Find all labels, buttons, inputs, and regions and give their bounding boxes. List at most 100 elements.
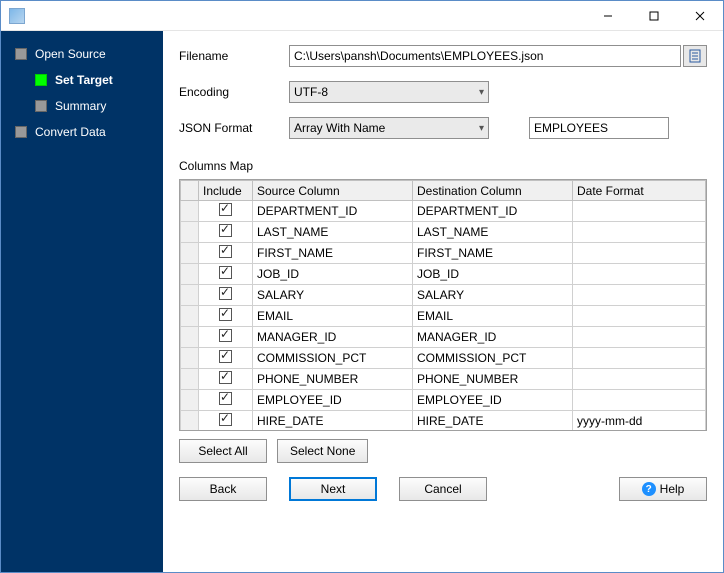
include-cell[interactable] xyxy=(199,369,253,390)
date-format-cell[interactable] xyxy=(573,327,706,348)
include-cell[interactable] xyxy=(199,411,253,432)
date-format-cell[interactable] xyxy=(573,285,706,306)
encoding-select[interactable]: UTF-8 ▾ xyxy=(289,81,489,103)
back-button[interactable]: Back xyxy=(179,477,267,501)
source-cell[interactable]: DEPARTMENT_ID xyxy=(253,201,413,222)
source-cell[interactable]: EMPLOYEE_ID xyxy=(253,390,413,411)
step-convert-data[interactable]: Convert Data xyxy=(1,119,163,145)
destination-cell[interactable]: MANAGER_ID xyxy=(413,327,573,348)
select-none-button[interactable]: Select None xyxy=(277,439,368,463)
destination-cell[interactable]: LAST_NAME xyxy=(413,222,573,243)
json-name-input[interactable] xyxy=(529,117,669,139)
include-checkbox[interactable] xyxy=(219,371,232,384)
close-button[interactable] xyxy=(677,1,723,31)
destination-cell[interactable]: EMAIL xyxy=(413,306,573,327)
minimize-button[interactable] xyxy=(585,1,631,31)
maximize-button[interactable] xyxy=(631,1,677,31)
date-format-cell[interactable] xyxy=(573,390,706,411)
table-row[interactable]: DEPARTMENT_IDDEPARTMENT_ID xyxy=(181,201,706,222)
table-row[interactable]: LAST_NAMELAST_NAME xyxy=(181,222,706,243)
date-format-cell[interactable] xyxy=(573,306,706,327)
date-format-cell[interactable] xyxy=(573,264,706,285)
row-header-cell[interactable] xyxy=(181,285,199,306)
json-format-select[interactable]: Array With Name ▾ xyxy=(289,117,489,139)
source-cell[interactable]: MANAGER_ID xyxy=(253,327,413,348)
destination-cell[interactable]: COMMISSION_PCT xyxy=(413,348,573,369)
destination-cell[interactable]: DEPARTMENT_ID xyxy=(413,201,573,222)
include-cell[interactable] xyxy=(199,264,253,285)
table-row[interactable]: SALARYSALARY xyxy=(181,285,706,306)
date-format-cell[interactable]: yyyy-mm-dd xyxy=(573,411,706,432)
source-cell[interactable]: EMAIL xyxy=(253,306,413,327)
include-checkbox[interactable] xyxy=(219,350,232,363)
date-format-header[interactable]: Date Format xyxy=(573,181,706,201)
browse-button[interactable] xyxy=(683,45,707,67)
row-header-cell[interactable] xyxy=(181,264,199,285)
source-cell[interactable]: JOB_ID xyxy=(253,264,413,285)
next-button[interactable]: Next xyxy=(289,477,377,501)
date-format-cell[interactable] xyxy=(573,201,706,222)
wizard-steps-sidebar: Open Source Set Target Summary Convert D… xyxy=(1,31,163,572)
table-row[interactable]: EMAILEMAIL xyxy=(181,306,706,327)
include-cell[interactable] xyxy=(199,327,253,348)
destination-cell[interactable]: JOB_ID xyxy=(413,264,573,285)
include-checkbox[interactable] xyxy=(219,245,232,258)
table-row[interactable]: HIRE_DATEHIRE_DATEyyyy-mm-dd xyxy=(181,411,706,432)
include-checkbox[interactable] xyxy=(219,203,232,216)
date-format-cell[interactable] xyxy=(573,243,706,264)
date-format-cell[interactable] xyxy=(573,222,706,243)
table-row[interactable]: JOB_IDJOB_ID xyxy=(181,264,706,285)
source-cell[interactable]: LAST_NAME xyxy=(253,222,413,243)
step-set-target[interactable]: Set Target xyxy=(1,67,163,93)
destination-column-header[interactable]: Destination Column xyxy=(413,181,573,201)
source-cell[interactable]: SALARY xyxy=(253,285,413,306)
date-format-cell[interactable] xyxy=(573,348,706,369)
row-header-cell[interactable] xyxy=(181,243,199,264)
destination-cell[interactable]: PHONE_NUMBER xyxy=(413,369,573,390)
row-header-cell[interactable] xyxy=(181,369,199,390)
table-row[interactable]: COMMISSION_PCTCOMMISSION_PCT xyxy=(181,348,706,369)
step-open-source[interactable]: Open Source xyxy=(1,41,163,67)
include-cell[interactable] xyxy=(199,243,253,264)
include-checkbox[interactable] xyxy=(219,329,232,342)
include-checkbox[interactable] xyxy=(219,308,232,321)
source-cell[interactable]: PHONE_NUMBER xyxy=(253,369,413,390)
table-row[interactable]: PHONE_NUMBERPHONE_NUMBER xyxy=(181,369,706,390)
include-checkbox[interactable] xyxy=(219,287,232,300)
source-cell[interactable]: COMMISSION_PCT xyxy=(253,348,413,369)
destination-cell[interactable]: FIRST_NAME xyxy=(413,243,573,264)
row-header-cell[interactable] xyxy=(181,327,199,348)
row-header-cell[interactable] xyxy=(181,411,199,432)
include-checkbox[interactable] xyxy=(219,266,232,279)
source-cell[interactable]: FIRST_NAME xyxy=(253,243,413,264)
table-row[interactable]: EMPLOYEE_IDEMPLOYEE_ID xyxy=(181,390,706,411)
destination-cell[interactable]: HIRE_DATE xyxy=(413,411,573,432)
row-header-cell[interactable] xyxy=(181,222,199,243)
include-checkbox[interactable] xyxy=(219,224,232,237)
filename-input[interactable] xyxy=(289,45,681,67)
date-format-cell[interactable] xyxy=(573,369,706,390)
include-cell[interactable] xyxy=(199,201,253,222)
include-cell[interactable] xyxy=(199,348,253,369)
destination-cell[interactable]: EMPLOYEE_ID xyxy=(413,390,573,411)
table-row[interactable]: MANAGER_IDMANAGER_ID xyxy=(181,327,706,348)
include-header[interactable]: Include xyxy=(199,181,253,201)
row-header-cell[interactable] xyxy=(181,390,199,411)
source-column-header[interactable]: Source Column xyxy=(253,181,413,201)
row-header-cell[interactable] xyxy=(181,306,199,327)
cancel-button[interactable]: Cancel xyxy=(399,477,487,501)
include-cell[interactable] xyxy=(199,222,253,243)
step-summary[interactable]: Summary xyxy=(1,93,163,119)
select-all-button[interactable]: Select All xyxy=(179,439,267,463)
include-cell[interactable] xyxy=(199,390,253,411)
help-button[interactable]: ? Help xyxy=(619,477,707,501)
include-cell[interactable] xyxy=(199,306,253,327)
source-cell[interactable]: HIRE_DATE xyxy=(253,411,413,432)
table-row[interactable]: FIRST_NAMEFIRST_NAME xyxy=(181,243,706,264)
row-header-cell[interactable] xyxy=(181,201,199,222)
include-checkbox[interactable] xyxy=(219,392,232,405)
include-cell[interactable] xyxy=(199,285,253,306)
destination-cell[interactable]: SALARY xyxy=(413,285,573,306)
include-checkbox[interactable] xyxy=(219,413,232,426)
row-header-cell[interactable] xyxy=(181,348,199,369)
